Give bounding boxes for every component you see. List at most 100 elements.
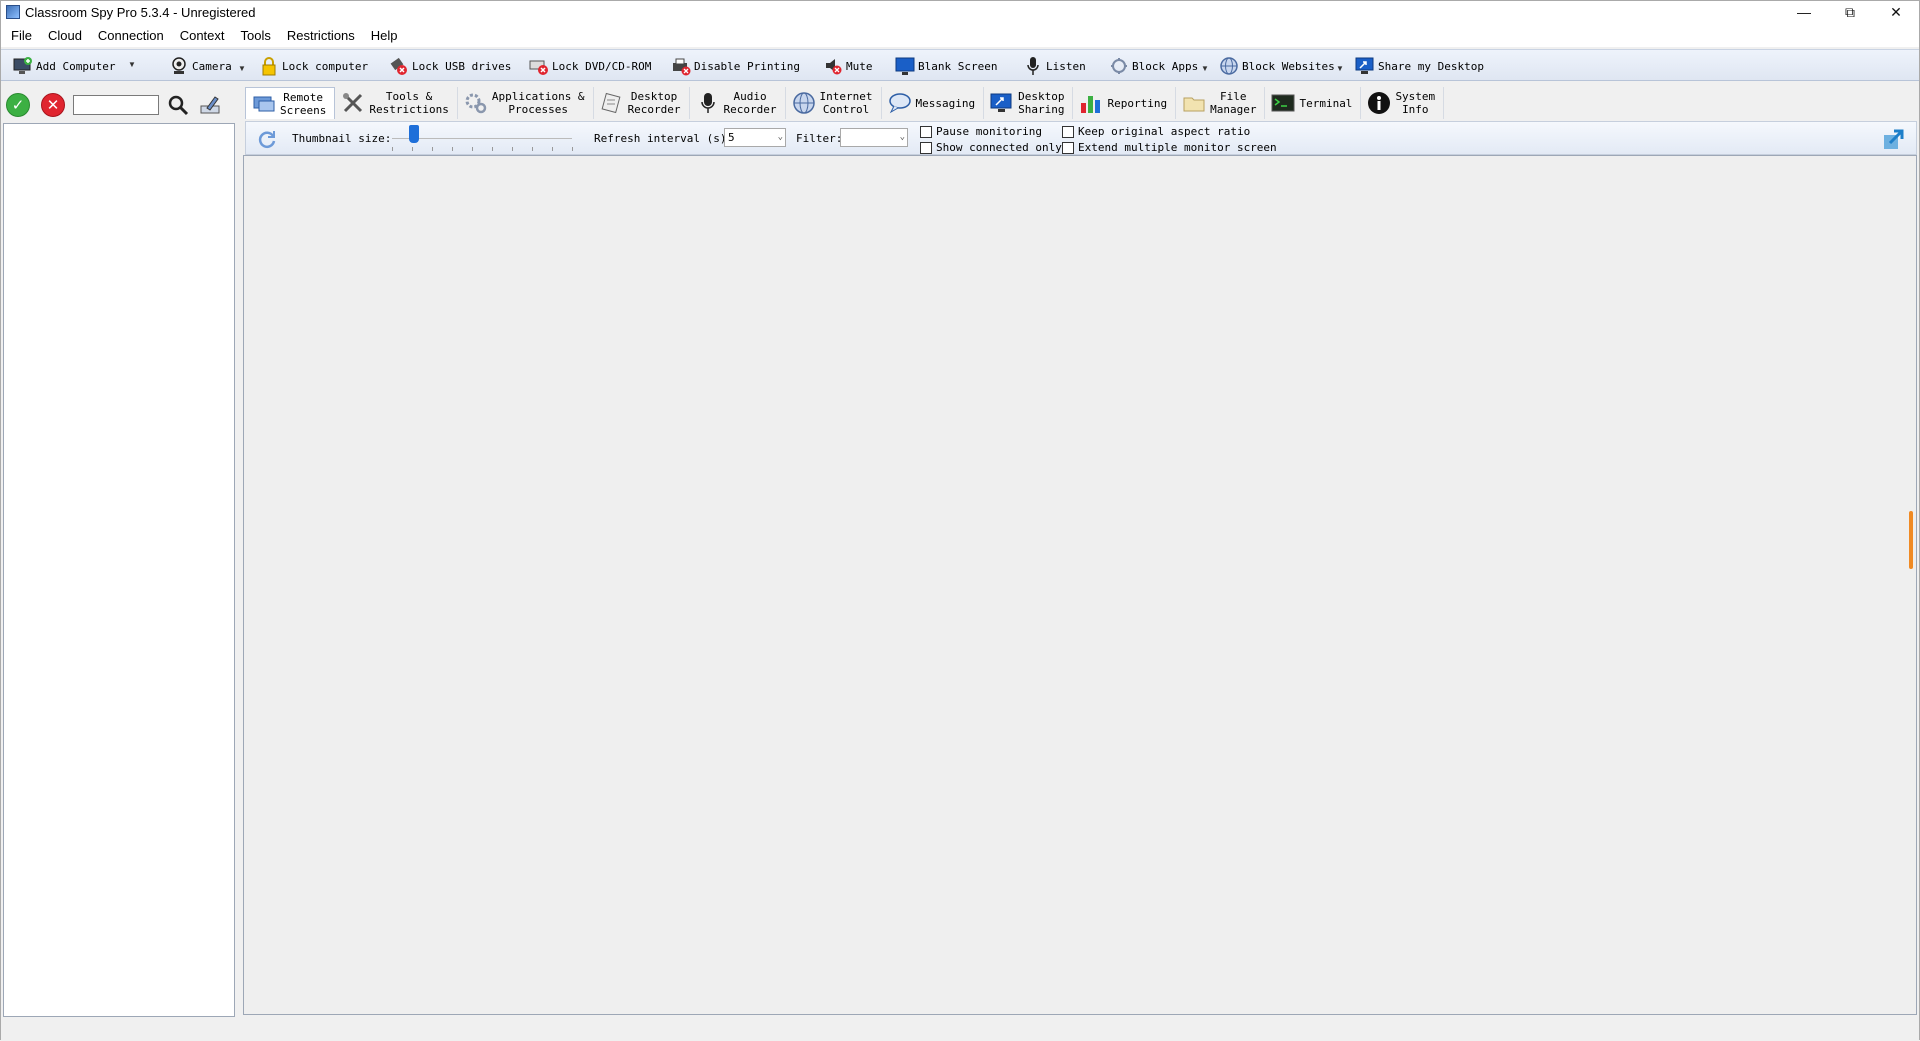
camera-button[interactable]: Camera <box>169 54 232 78</box>
monitor-plus-icon <box>13 56 33 76</box>
menu-connection[interactable]: Connection <box>90 28 172 43</box>
slider-tick <box>492 147 493 151</box>
folder-icon <box>1182 91 1206 115</box>
tab-internet-control[interactable]: Internet Control <box>786 87 882 119</box>
tab-label: Manager <box>1210 103 1257 116</box>
tab-label: Internet <box>819 90 873 103</box>
search-icon[interactable] <box>167 94 189 116</box>
connect-button[interactable]: ✓ <box>6 93 30 117</box>
tab-remote-screens[interactable]: Remote Screens <box>245 87 336 119</box>
remote-screens-icon <box>252 92 276 116</box>
blank-screen-label: Blank Screen <box>918 59 998 73</box>
pause-monitoring-checkbox[interactable]: Pause monitoring <box>920 125 1042 138</box>
tab-label: Recorder <box>627 103 681 116</box>
share-desktop-button[interactable]: Share my Desktop <box>1355 54 1484 78</box>
keep-aspect-checkbox[interactable]: Keep original aspect ratio <box>1062 125 1250 138</box>
filter-label: Filter: <box>796 132 843 145</box>
blank-screen-button[interactable]: Blank Screen <box>895 54 997 78</box>
lock-dvd-button[interactable]: Lock DVD/CD-ROM <box>529 54 651 78</box>
listen-button[interactable]: Listen <box>1023 54 1086 78</box>
tab-desktop-recorder[interactable]: Desktop Recorder <box>594 87 690 119</box>
minimize-button[interactable]: — <box>1781 1 1827 23</box>
tab-desktop-sharing[interactable]: Desktop Sharing <box>984 87 1074 119</box>
usb-lock-icon <box>389 56 409 76</box>
tab-tools-restrictions[interactable]: Tools & Restrictions <box>335 87 458 119</box>
lock-computer-label: Lock computer <box>282 59 369 73</box>
internet-globe-icon <box>792 91 816 115</box>
filter-select[interactable]: ⌄ <box>840 128 908 147</box>
refresh-icon[interactable] <box>256 128 278 150</box>
menu-context[interactable]: Context <box>172 28 233 43</box>
edit-list-icon[interactable] <box>199 94 221 116</box>
add-computer-button[interactable]: Add Computer <box>13 54 115 78</box>
tab-label: Sharing <box>1018 103 1065 116</box>
show-connected-checkbox[interactable]: Show connected only <box>920 141 1062 154</box>
refresh-interval-select[interactable]: 5 ⌄ <box>724 128 786 147</box>
tab-system-info[interactable]: System Info <box>1361 87 1445 119</box>
lock-dvd-label: Lock DVD/CD-ROM <box>552 59 652 73</box>
tab-label: Control <box>822 103 870 116</box>
slider-tick <box>412 147 413 151</box>
mute-button[interactable]: Mute <box>823 54 873 78</box>
extend-monitor-checkbox[interactable]: Extend multiple monitor screen <box>1062 141 1277 154</box>
camera-dropdown-icon[interactable]: ▼ <box>238 64 246 73</box>
slider-tick <box>572 147 573 151</box>
tab-applications-processes[interactable]: Applications & Processes <box>458 87 594 119</box>
slider-thumb[interactable] <box>409 125 419 143</box>
menu-file[interactable]: File <box>3 28 40 43</box>
tab-label: Recorder <box>723 103 777 116</box>
block-apps-dropdown-icon[interactable]: ▼ <box>1201 64 1209 73</box>
disconnect-button[interactable]: ✕ <box>41 93 65 117</box>
menu-help[interactable]: Help <box>363 28 406 43</box>
gears-icon <box>464 91 488 115</box>
block-websites-button[interactable]: Block Websites <box>1219 54 1335 78</box>
lock-usb-button[interactable]: Lock USB drives <box>389 54 511 78</box>
disable-printing-button[interactable]: Disable Printing <box>671 54 800 78</box>
tab-reporting[interactable]: Reporting <box>1073 87 1177 119</box>
checkbox-box[interactable] <box>1062 125 1074 138</box>
tab-file-manager[interactable]: File Manager <box>1176 87 1266 119</box>
block-websites-dropdown-icon[interactable]: ▼ <box>1336 64 1344 73</box>
checkbox-box[interactable] <box>920 141 932 154</box>
tab-label: Applications & <box>491 90 585 103</box>
remote-screens-area[interactable] <box>243 155 1917 1015</box>
recorder-icon <box>600 91 624 115</box>
app-window: Classroom Spy Pro 5.3.4 - Unregistered —… <box>0 0 1920 1041</box>
tab-label: Desktop <box>1018 90 1065 103</box>
microphone-icon <box>1023 56 1043 76</box>
lock-computer-button[interactable]: Lock computer <box>259 54 368 78</box>
close-x-icon: ✕ <box>46 97 60 114</box>
tab-terminal[interactable]: Terminal <box>1265 87 1362 119</box>
screen-options-bar: Thumbnail size: Refresh interval (s): 5 … <box>245 121 1917 155</box>
menu-restrictions[interactable]: Restrictions <box>279 28 363 43</box>
slider-tick <box>512 147 513 151</box>
tab-label: System <box>1395 90 1436 103</box>
camera-label: Camera <box>192 59 232 73</box>
slider-tick <box>452 147 453 151</box>
close-button[interactable]: ✕ <box>1873 1 1919 23</box>
tab-label: Audio <box>733 90 767 103</box>
computer-list-panel[interactable] <box>3 123 235 1017</box>
computer-search-input[interactable] <box>73 95 159 115</box>
popout-arrow-icon[interactable] <box>1882 127 1906 151</box>
block-apps-label: Block Apps <box>1132 59 1199 73</box>
tab-messaging[interactable]: Messaging <box>882 87 985 119</box>
block-apps-button[interactable]: Block Apps <box>1109 54 1198 78</box>
add-computer-label: Add Computer <box>36 59 116 73</box>
globe-block-icon <box>1219 56 1239 76</box>
tab-audio-recorder[interactable]: Audio Recorder <box>690 87 786 119</box>
checkbox-box[interactable] <box>920 125 932 138</box>
thumbnail-size-slider[interactable] <box>392 125 573 151</box>
tab-label: File <box>1220 90 1247 103</box>
checkbox-box[interactable] <box>1062 141 1074 154</box>
menu-cloud[interactable]: Cloud <box>40 28 90 43</box>
title-bar: Classroom Spy Pro 5.3.4 - Unregistered —… <box>1 1 1919 23</box>
tools-icon <box>341 91 365 115</box>
add-computer-dropdown-icon[interactable]: ▼ <box>128 60 136 69</box>
slider-tick <box>532 147 533 151</box>
audio-mic-icon <box>696 91 720 115</box>
menu-tools[interactable]: Tools <box>233 28 279 43</box>
scroll-indicator[interactable] <box>1909 511 1913 569</box>
restore-button[interactable]: ⧉ <box>1827 1 1873 23</box>
chat-bubble-icon <box>888 91 912 115</box>
